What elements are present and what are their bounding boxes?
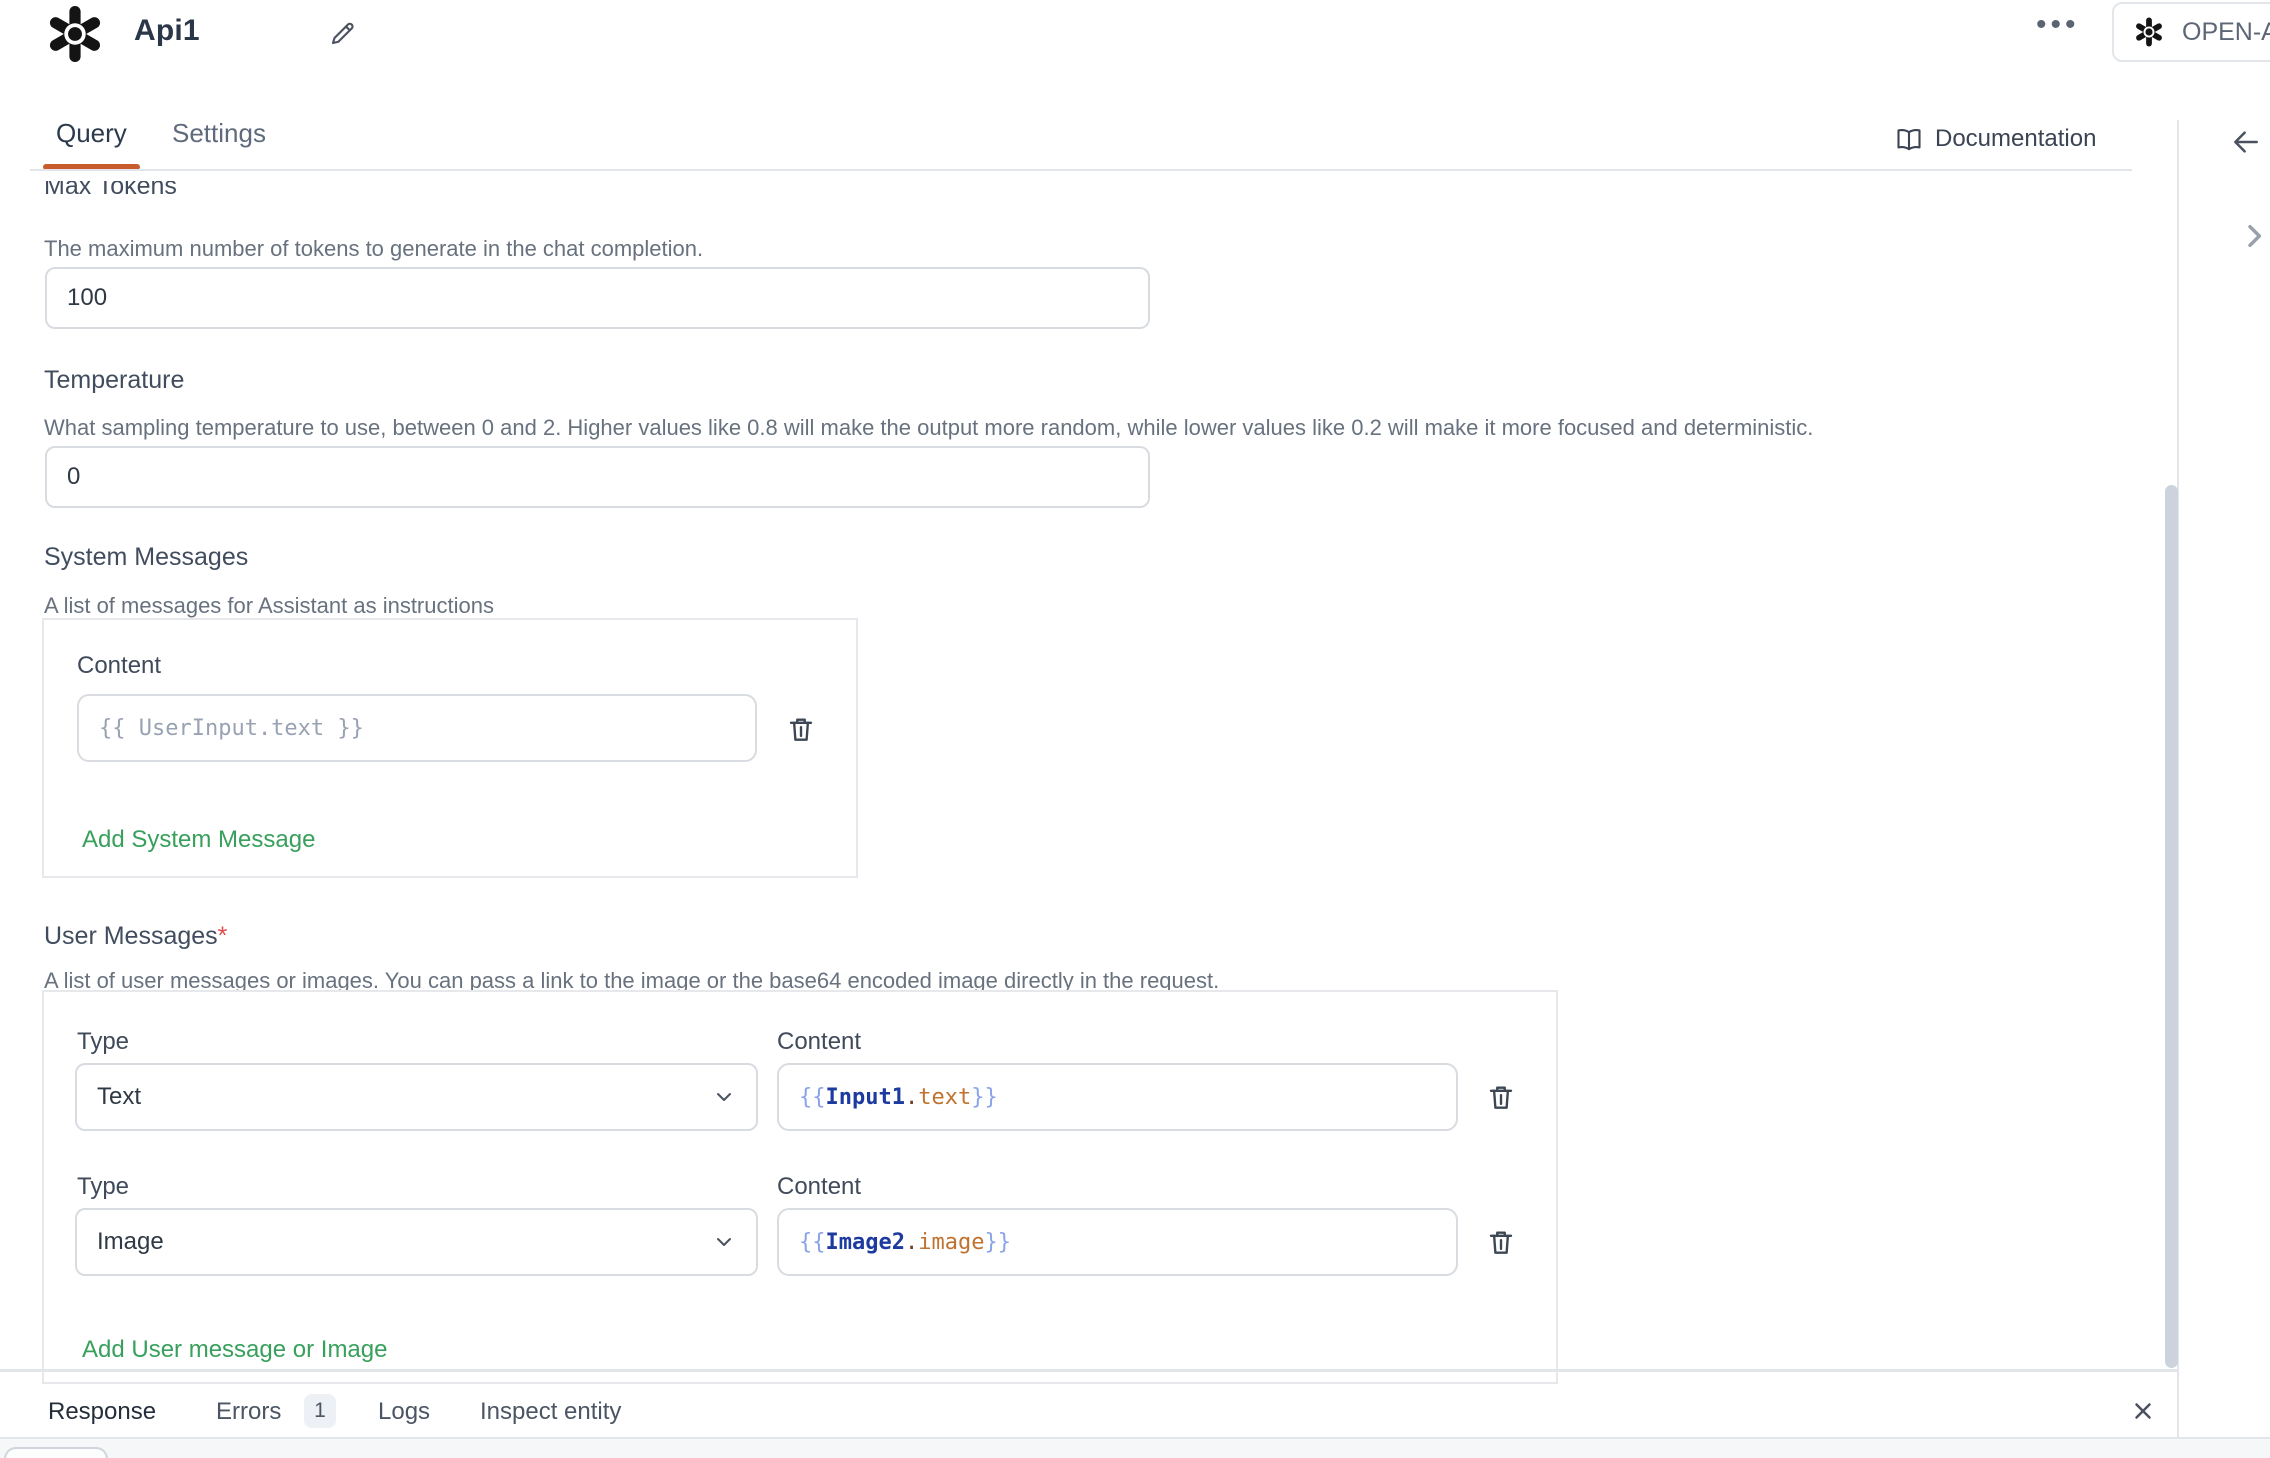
bottom-bar-top-divider — [0, 1369, 2178, 1372]
delete-system-message-button[interactable] — [786, 714, 816, 744]
code-entity: Image2 — [826, 1230, 905, 1255]
row1-type-select[interactable]: Text — [75, 1063, 758, 1131]
expand-panel-button[interactable] — [2238, 220, 2270, 252]
row1-content-label: Content — [777, 1028, 861, 1056]
max-tokens-description: The maximum number of tokens to generate… — [44, 236, 703, 262]
bottom-tab-logs[interactable]: Logs — [378, 1398, 430, 1426]
openai-logo-small-icon — [2132, 15, 2166, 49]
required-asterisk: * — [218, 922, 228, 950]
datasource-button-label: OPEN-AI — [2182, 18, 2270, 47]
code-close-brace: }} — [971, 1085, 998, 1110]
add-system-message-button[interactable]: Add System Message — [82, 826, 315, 854]
errors-count-badge: 1 — [304, 1394, 336, 1428]
pencil-icon — [328, 18, 358, 48]
code-dot: . — [905, 1085, 918, 1110]
bottom-tab-response[interactable]: Response — [48, 1398, 156, 1426]
scrollbar-thumb[interactable] — [2165, 485, 2178, 1368]
chevron-right-icon — [2238, 220, 2270, 252]
chevron-down-icon — [712, 1230, 736, 1254]
code-property: image — [918, 1230, 984, 1255]
system-messages-description: A list of messages for Assistant as inst… — [44, 593, 494, 619]
code-close-brace: }} — [984, 1230, 1011, 1255]
temperature-label: Temperature — [44, 366, 184, 395]
chevron-down-icon — [712, 1085, 736, 1109]
delete-row1-button[interactable] — [1486, 1082, 1516, 1112]
system-content-label: Content — [77, 652, 161, 680]
arrow-left-icon — [2230, 126, 2262, 158]
bottom-tab-inspect-entity[interactable]: Inspect entity — [480, 1398, 621, 1426]
code-dot: . — [905, 1230, 918, 1255]
more-menu-button[interactable]: ••• — [2036, 10, 2080, 40]
trash-icon — [1486, 1082, 1516, 1112]
row2-type-select[interactable]: Image — [75, 1208, 758, 1276]
tab-divider — [30, 169, 2132, 171]
temperature-description: What sampling temperature to use, betwee… — [44, 415, 2154, 441]
code-property: text — [918, 1085, 971, 1110]
row1-content-input[interactable]: {{Input1.text}} — [777, 1063, 1458, 1131]
tab-query[interactable]: Query — [56, 118, 127, 149]
code-entity: Input1 — [826, 1085, 905, 1110]
row2-type-label: Type — [77, 1173, 129, 1201]
row2-content-input[interactable]: {{Image2.image}} — [777, 1208, 1458, 1276]
more-dots-icon: ••• — [2036, 8, 2080, 41]
book-icon — [1895, 125, 1923, 153]
user-messages-label: User Messages* — [44, 922, 227, 951]
openai-logo-icon — [41, 1, 109, 67]
max-tokens-input[interactable] — [45, 267, 1150, 329]
collapse-panel-button[interactable] — [2230, 126, 2262, 158]
query-editor-screen: Api1 ••• — [0, 0, 2270, 1458]
documentation-link[interactable]: Documentation — [1895, 125, 2096, 153]
row1-type-label: Type — [77, 1028, 129, 1056]
row2-type-value: Image — [97, 1228, 164, 1256]
bottom-tab-errors[interactable]: Errors — [216, 1398, 281, 1426]
documentation-label: Documentation — [1935, 125, 2096, 153]
system-messages-label: System Messages — [44, 543, 248, 572]
code-open-brace: {{ — [799, 1230, 826, 1255]
query-name-title: Api1 — [134, 14, 200, 48]
row1-type-value: Text — [97, 1083, 141, 1111]
row2-content-label: Content — [777, 1173, 861, 1201]
trash-icon — [786, 714, 816, 744]
peek-tab[interactable] — [4, 1447, 108, 1458]
system-content-input[interactable]: {{ UserInput.text }} — [77, 694, 757, 762]
temperature-input[interactable] — [45, 446, 1150, 508]
close-bottom-pane-button[interactable] — [2130, 1398, 2156, 1424]
tab-settings[interactable]: Settings — [172, 118, 266, 149]
close-icon — [2130, 1398, 2156, 1424]
add-user-message-button[interactable]: Add User message or Image — [82, 1336, 387, 1364]
trash-icon — [1486, 1227, 1516, 1257]
system-content-placeholder: {{ UserInput.text }} — [99, 716, 364, 741]
datasource-button[interactable]: OPEN-AI — [2112, 2, 2270, 62]
delete-row2-button[interactable] — [1486, 1227, 1516, 1257]
code-open-brace: {{ — [799, 1085, 826, 1110]
edit-name-button[interactable] — [328, 18, 358, 48]
bottom-strip — [0, 1439, 2270, 1458]
max-tokens-label: Max Tokens — [44, 181, 177, 205]
